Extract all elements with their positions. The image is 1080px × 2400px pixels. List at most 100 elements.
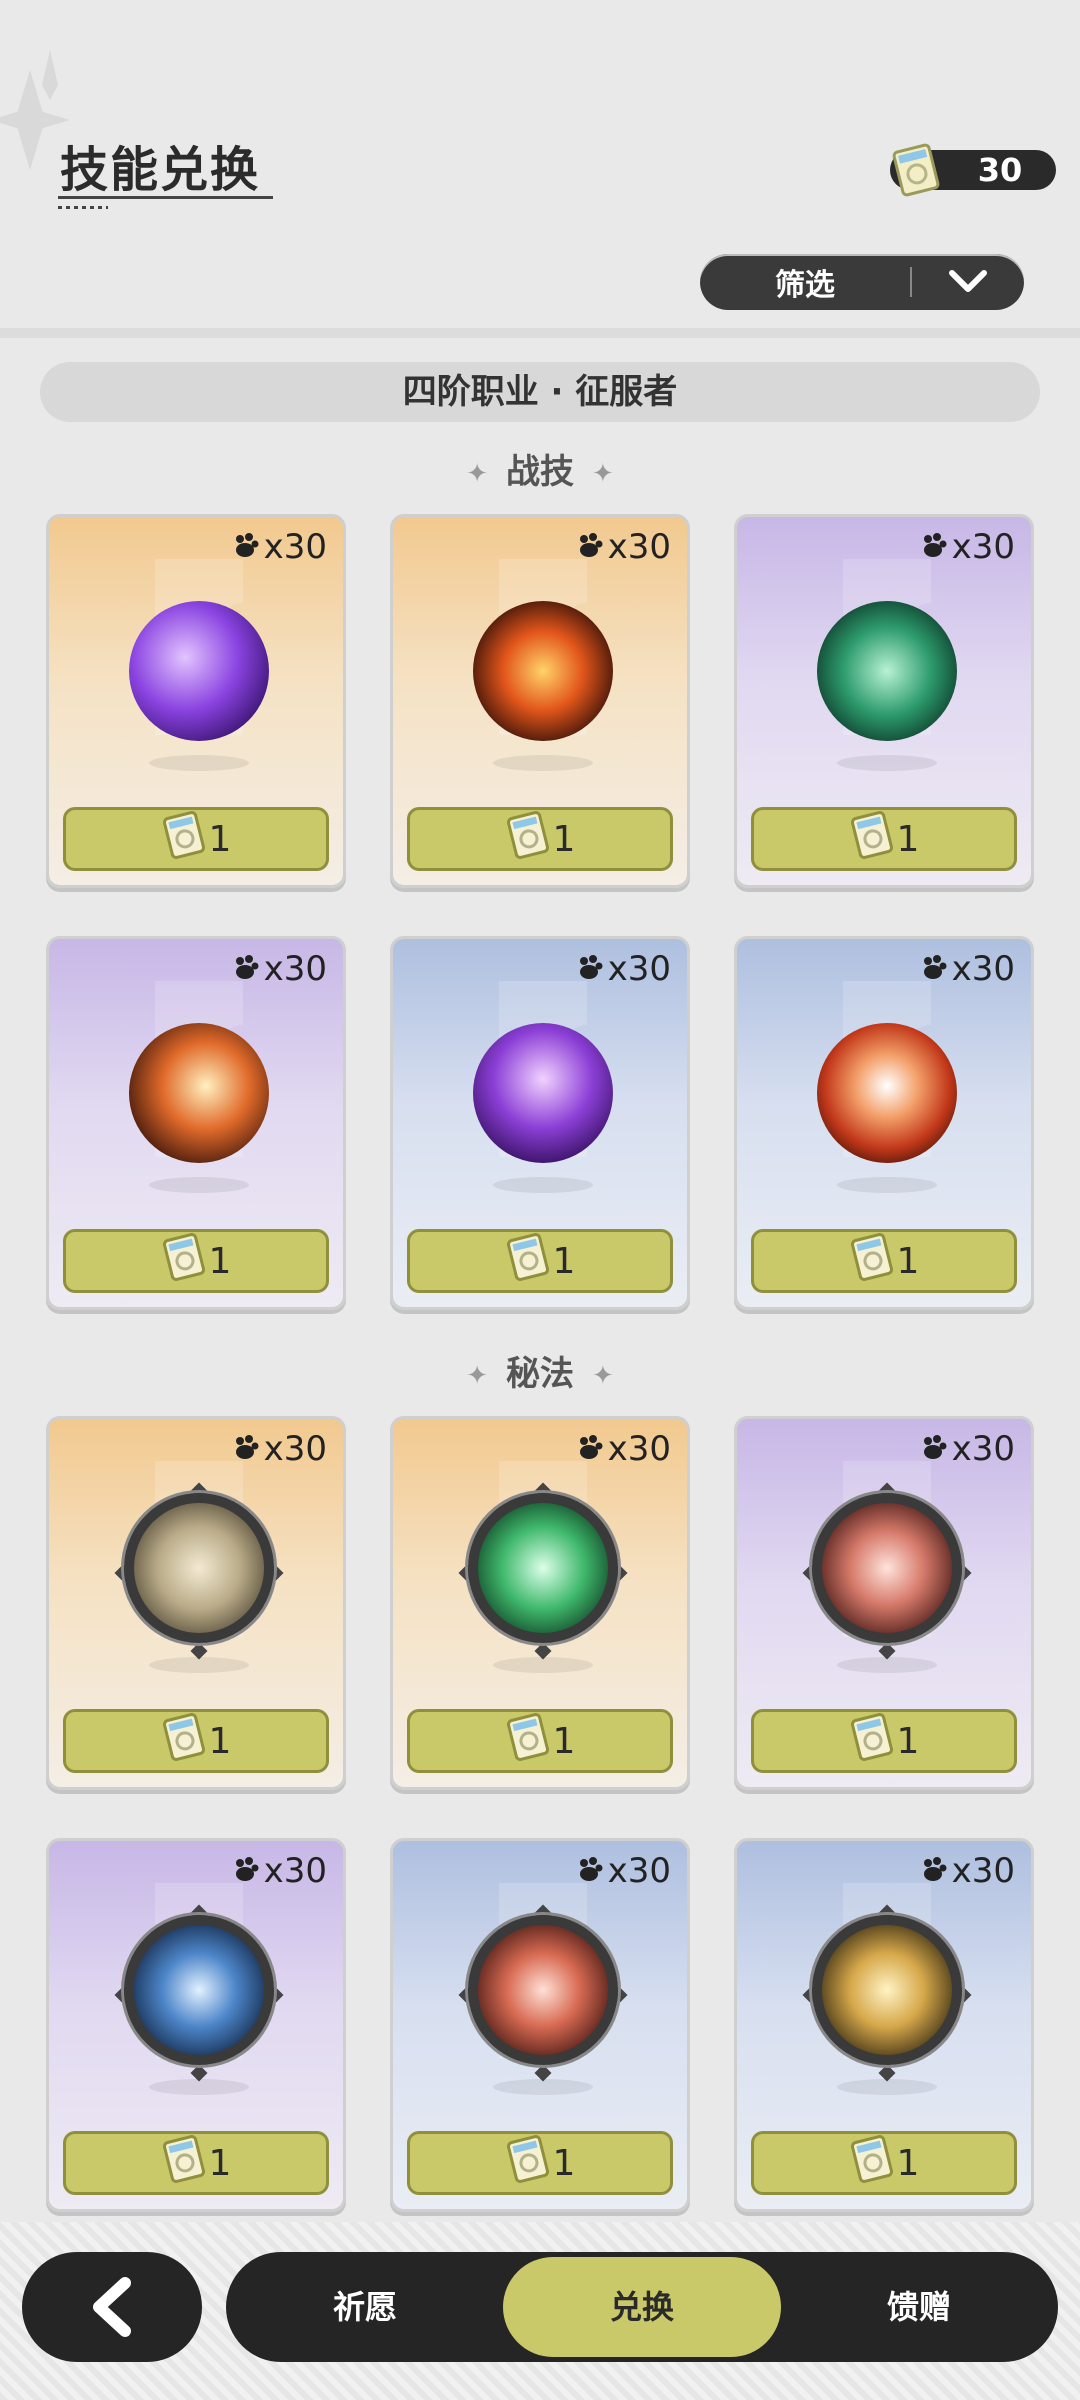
price-value: 1: [896, 818, 920, 860]
title-underline: [58, 196, 273, 199]
card-cost: x30: [920, 527, 1015, 567]
price-value: 1: [552, 1720, 576, 1762]
paw-icon: [920, 1429, 952, 1469]
card-cost: x30: [576, 527, 671, 567]
card-cost: x30: [232, 1851, 327, 1891]
skill-card[interactable]: x30 1: [46, 1838, 346, 2212]
exchange-button[interactable]: 1: [407, 1709, 673, 1773]
back-button[interactable]: [22, 2252, 202, 2362]
skill-shadow: [493, 2079, 593, 2095]
paw-icon: [232, 527, 264, 567]
skill-shadow: [149, 755, 249, 771]
paw-icon: [232, 1851, 264, 1891]
class-label-bar: 四阶职业 · 征服者: [40, 362, 1040, 422]
price-value: 1: [208, 818, 232, 860]
skill-card[interactable]: x30 1: [734, 514, 1034, 888]
skill-shadow: [837, 1657, 937, 1673]
ticket-icon: [849, 810, 897, 869]
skill-card[interactable]: x30 1: [390, 514, 690, 888]
paw-icon: [920, 949, 952, 989]
ticket-icon: [505, 2134, 553, 2193]
skill-card[interactable]: x30 1: [46, 936, 346, 1310]
skill-card[interactable]: x30 1: [46, 1416, 346, 1790]
skill-shadow: [493, 1657, 593, 1673]
tab-exchange[interactable]: 兑换: [503, 2257, 781, 2357]
exchange-button[interactable]: 1: [751, 2131, 1017, 2195]
filter-dropdown[interactable]: 筛选: [700, 254, 1024, 310]
ticket-icon: [505, 810, 553, 869]
skill-shadow: [837, 1177, 937, 1193]
section-title-text: 秘法: [506, 1354, 574, 1394]
green-ring-skill-icon: [817, 601, 957, 741]
skill-shadow: [149, 2079, 249, 2095]
cost-value: x30: [263, 527, 327, 567]
exchange-button[interactable]: 1: [751, 1709, 1017, 1773]
skill-card[interactable]: x30 1: [390, 1416, 690, 1790]
sparkle-icon: ✦: [466, 1360, 488, 1391]
exchange-button[interactable]: 1: [63, 1229, 329, 1293]
cost-value: x30: [607, 1429, 671, 1469]
header-divider: [0, 328, 1080, 338]
section-title-arcane: ✦ 秘法 ✦: [0, 1346, 1080, 1395]
purple-rose-skill-icon: [129, 601, 269, 741]
page-title: 技能兑换: [60, 142, 261, 198]
skill-card[interactable]: x30 1: [46, 514, 346, 888]
skill-card[interactable]: x30 1: [390, 936, 690, 1310]
skill-card[interactable]: x30 1: [734, 1416, 1034, 1790]
blue-crown-rune-icon: [124, 1915, 274, 2065]
card-cost: x30: [920, 949, 1015, 989]
ticket-icon: [849, 2134, 897, 2193]
exchange-button[interactable]: 1: [751, 807, 1017, 871]
ticket-icon: [505, 1232, 553, 1291]
tab-gift[interactable]: 馈赠: [780, 2252, 1058, 2362]
paw-icon: [920, 527, 952, 567]
exchange-button[interactable]: 1: [407, 1229, 673, 1293]
ticket-icon: [849, 1712, 897, 1771]
exchange-button[interactable]: 1: [407, 2131, 673, 2195]
cost-value: x30: [951, 949, 1015, 989]
card-cost: x30: [232, 1429, 327, 1469]
price-value: 1: [896, 1240, 920, 1282]
red-flower-rune-icon: [468, 1915, 618, 2065]
cost-value: x30: [607, 1851, 671, 1891]
cost-value: x30: [263, 1851, 327, 1891]
skill-shadow: [149, 1657, 249, 1673]
card-cost: x30: [232, 527, 327, 567]
cost-value: x30: [951, 527, 1015, 567]
price-value: 1: [552, 1240, 576, 1282]
fire-figure-skill-icon: [817, 1023, 957, 1163]
exchange-button[interactable]: 1: [407, 807, 673, 871]
chevron-down-icon[interactable]: [912, 269, 1024, 295]
title-dots: [58, 206, 108, 209]
skill-shadow: [493, 755, 593, 771]
back-arrow-icon: [93, 2277, 131, 2337]
ghost-skill-icon: [473, 1023, 613, 1163]
price-value: 1: [896, 2142, 920, 2184]
exchange-button[interactable]: 1: [63, 2131, 329, 2195]
cost-value: x30: [607, 527, 671, 567]
skill-card[interactable]: x30 1: [390, 1838, 690, 2212]
paw-icon: [576, 949, 608, 989]
sparkle-icon: ✦: [592, 1360, 614, 1391]
card-cost: x30: [232, 949, 327, 989]
cost-value: x30: [951, 1851, 1015, 1891]
paw-icon: [576, 1429, 608, 1469]
exchange-button[interactable]: 1: [63, 1709, 329, 1773]
paw-icon: [576, 1851, 608, 1891]
paw-icon: [920, 1851, 952, 1891]
tab-wish[interactable]: 祈愿: [226, 2252, 504, 2362]
skill-card[interactable]: x30 1: [734, 1838, 1034, 2212]
exchange-button[interactable]: 1: [751, 1229, 1017, 1293]
cost-value: x30: [951, 1429, 1015, 1469]
price-value: 1: [896, 1720, 920, 1762]
skill-shadow: [493, 1177, 593, 1193]
skill-card[interactable]: x30 1: [734, 936, 1034, 1310]
card-cost: x30: [576, 1851, 671, 1891]
price-value: 1: [208, 1240, 232, 1282]
cost-value: x30: [263, 1429, 327, 1469]
price-value: 1: [208, 2142, 232, 2184]
sparkle-icon: ✦: [466, 458, 488, 489]
bottom-tabs: 祈愿 兑换 馈赠: [226, 2252, 1058, 2362]
skill-shadow: [149, 1177, 249, 1193]
exchange-button[interactable]: 1: [63, 807, 329, 871]
